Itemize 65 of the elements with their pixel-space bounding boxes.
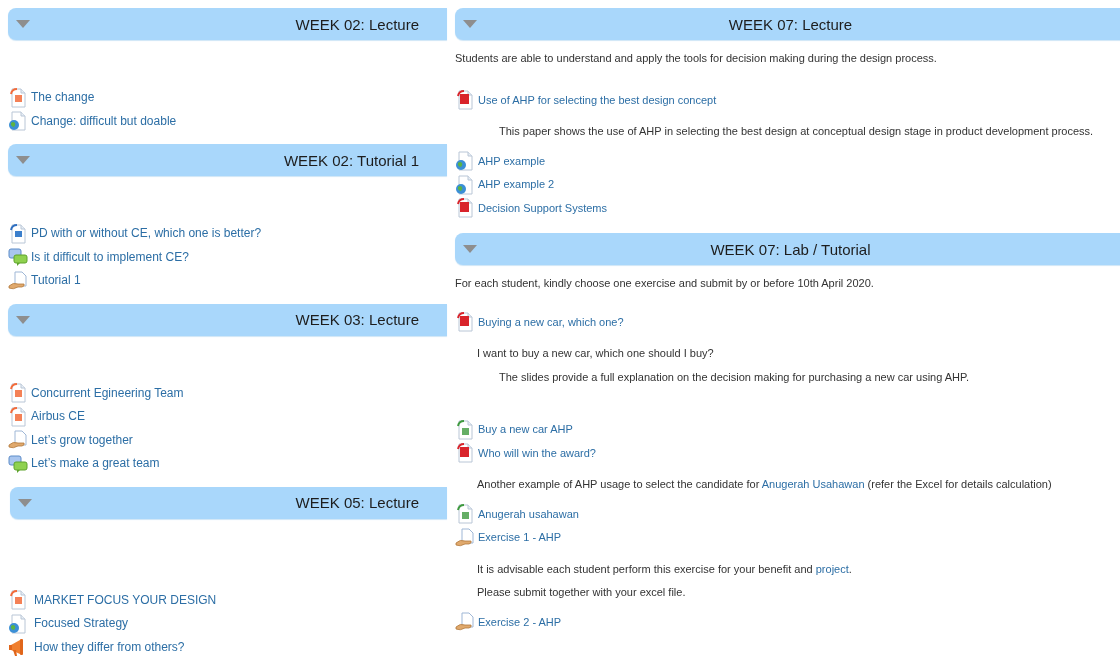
speech-bubbles-icon: [8, 247, 28, 268]
body-text: It is advisable each student perform this exercise for your benefit and project.: [477, 561, 852, 577]
collapse-triangle-icon[interactable]: [16, 20, 30, 28]
activity-link[interactable]: Decision Support Systems: [478, 200, 607, 216]
collapse-triangle-icon[interactable]: [18, 498, 32, 507]
speech-bubbles-icon: [8, 453, 28, 474]
globe-document-icon: [8, 613, 28, 634]
activity-link[interactable]: Let’s grow together: [31, 432, 133, 448]
activity-link[interactable]: Focused Strategy: [34, 616, 129, 632]
activity-link[interactable]: PD with or without CE, which one is better?: [31, 226, 262, 242]
summary-text: For each student, kindly choose one exercise and submit by or before 10th April 2020.: [455, 276, 874, 292]
summary-text: Students are able to understand and apply the tools for decision making during the design process.: [455, 51, 937, 67]
activity-link[interactable]: MARKET FOCUS YOUR DESIGN: [34, 592, 217, 608]
hand-document-icon: [8, 270, 28, 291]
hand-document-icon: [455, 527, 475, 548]
activity-link[interactable]: Use of AHP for selecting the best design concept: [478, 92, 717, 108]
slides-file-icon: [8, 406, 28, 427]
section-title: WEEK 07: Lecture: [728, 15, 853, 33]
body-text: Another example of AHP usage to select the candidate for Anugerah Usahawan (refer the Excel for details calculation): [477, 477, 1052, 493]
inline-link[interactable]: Anugerah Usahawan: [761, 478, 865, 491]
activity-link[interactable]: Airbus CE: [31, 409, 86, 425]
section-title: WEEK 02: Lecture: [295, 15, 419, 33]
spreadsheet-file-icon: [455, 419, 475, 440]
section-title: WEEK 03: Lecture: [295, 311, 419, 328]
slides-file-icon: [8, 87, 28, 108]
pdf-file-icon: [455, 443, 475, 464]
inline-link[interactable]: project: [815, 562, 849, 575]
pdf-file-icon: [455, 198, 475, 219]
activity-link[interactable]: How they differ from others?: [34, 639, 185, 655]
collapse-triangle-icon[interactable]: [463, 245, 477, 253]
slides-file-icon: [8, 383, 28, 404]
activity-link[interactable]: The change: [31, 90, 95, 106]
collapse-triangle-icon[interactable]: [463, 20, 477, 28]
section-title: WEEK 07: Lab / Tutorial: [710, 240, 871, 258]
hand-document-icon: [8, 430, 28, 451]
hand-document-icon: [455, 612, 475, 633]
activity-link[interactable]: Let’s make a great team: [31, 456, 160, 472]
activity-link[interactable]: Anugerah usahawan: [478, 506, 579, 522]
activity-link[interactable]: Buy a new car AHP: [478, 422, 573, 438]
image-file-icon: [8, 223, 28, 244]
description-text: This paper shows the use of AHP in selecting the best design at conceptual design stage in product development process.: [499, 124, 1094, 140]
globe-document-icon: [8, 111, 28, 132]
activity-link[interactable]: Change: difficult but doable: [31, 113, 177, 129]
activity-link[interactable]: Who will win the award?: [478, 445, 596, 461]
activity-link[interactable]: Tutorial 1: [31, 273, 81, 289]
activity-link[interactable]: AHP example 2: [478, 177, 555, 193]
collapse-triangle-icon[interactable]: [16, 315, 30, 324]
activity-link[interactable]: Concurrent Egineering Team: [31, 385, 184, 401]
globe-document-icon: [455, 151, 475, 172]
pdf-file-icon: [455, 312, 475, 333]
activity-link[interactable]: Buying a new car, which one?: [478, 314, 624, 330]
slides-file-icon: [8, 590, 28, 611]
section-title: WEEK 05: Lecture: [295, 494, 419, 511]
collapse-triangle-icon[interactable]: [16, 156, 30, 164]
globe-document-icon: [455, 174, 475, 195]
description-text: The slides provide a full explanation on the decision making for purchasing a new car using AHP.: [499, 369, 970, 385]
spreadsheet-file-icon: [455, 504, 475, 525]
activity-link[interactable]: Exercise 1 - AHP: [478, 530, 562, 546]
section-title: WEEK 02: Tutorial 1: [283, 151, 419, 169]
activity-link[interactable]: AHP example: [478, 153, 546, 169]
body-text: I want to buy a new car, which one should I buy?: [477, 346, 714, 362]
activity-link[interactable]: Exercise 2 - AHP: [478, 614, 562, 630]
activity-link[interactable]: Is it difficult to implement CE?: [31, 249, 189, 265]
pdf-file-icon: [455, 90, 475, 111]
body-text: Please submit together with your excel file.: [477, 585, 686, 601]
